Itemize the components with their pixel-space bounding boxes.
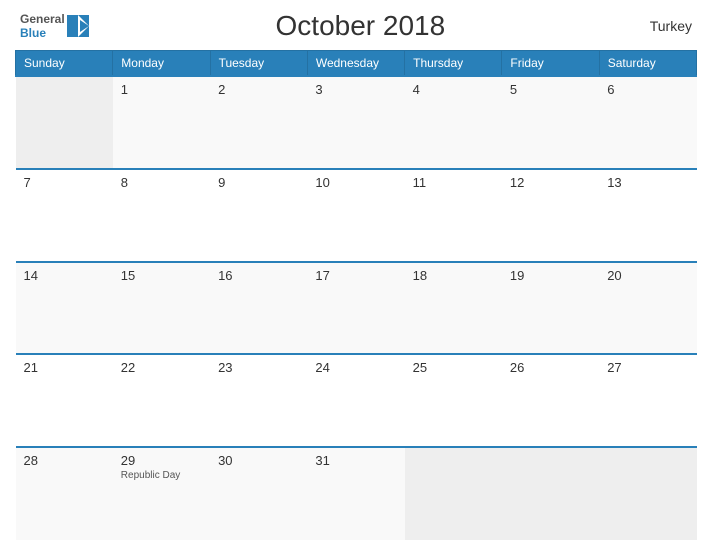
day-cell: 4 <box>405 76 502 169</box>
day-number: 18 <box>413 268 494 283</box>
calendar-container: General Blue October 2018 Turkey Sunday … <box>0 0 712 550</box>
day-cell: 18 <box>405 262 502 355</box>
day-number: 1 <box>121 82 202 97</box>
holiday-label: Republic Day <box>121 470 202 481</box>
day-cell: 20 <box>599 262 696 355</box>
day-cell: 25 <box>405 354 502 447</box>
day-cell: 8 <box>113 169 210 262</box>
day-number: 17 <box>315 268 396 283</box>
day-cell: 26 <box>502 354 599 447</box>
day-number: 28 <box>24 453 105 468</box>
calendar-header: General Blue October 2018 Turkey <box>15 10 697 42</box>
day-cell: 17 <box>307 262 404 355</box>
day-cell: 24 <box>307 354 404 447</box>
day-number: 9 <box>218 175 299 190</box>
header-monday: Monday <box>113 51 210 77</box>
day-number: 26 <box>510 360 591 375</box>
day-number: 16 <box>218 268 299 283</box>
day-number: 8 <box>121 175 202 190</box>
day-cell: 2 <box>210 76 307 169</box>
day-cell: 22 <box>113 354 210 447</box>
day-number: 27 <box>607 360 688 375</box>
day-cell: 29 Republic Day <box>113 447 210 540</box>
day-cell <box>16 76 113 169</box>
day-number: 14 <box>24 268 105 283</box>
day-number: 22 <box>121 360 202 375</box>
day-number: 21 <box>24 360 105 375</box>
week-row-2: 7 8 9 10 11 12 13 <box>16 169 697 262</box>
day-number: 3 <box>315 82 396 97</box>
day-number: 7 <box>24 175 105 190</box>
day-number: 15 <box>121 268 202 283</box>
day-cell <box>599 447 696 540</box>
day-cell: 15 <box>113 262 210 355</box>
logo-general-text: General <box>20 12 65 26</box>
day-number: 25 <box>413 360 494 375</box>
day-number: 2 <box>218 82 299 97</box>
day-cell: 16 <box>210 262 307 355</box>
day-cell: 9 <box>210 169 307 262</box>
header-tuesday: Tuesday <box>210 51 307 77</box>
day-number: 5 <box>510 82 591 97</box>
week-row-1: 1 2 3 4 5 6 <box>16 76 697 169</box>
day-cell: 10 <box>307 169 404 262</box>
logo-blue-text: Blue <box>20 26 65 40</box>
day-number: 20 <box>607 268 688 283</box>
day-cell: 6 <box>599 76 696 169</box>
day-number: 12 <box>510 175 591 190</box>
day-number: 6 <box>607 82 688 97</box>
header-sunday: Sunday <box>16 51 113 77</box>
day-cell: 7 <box>16 169 113 262</box>
day-number: 31 <box>315 453 396 468</box>
calendar-title: October 2018 <box>89 10 632 42</box>
day-cell: 13 <box>599 169 696 262</box>
day-number: 24 <box>315 360 396 375</box>
header-friday: Friday <box>502 51 599 77</box>
day-cell <box>405 447 502 540</box>
day-cell: 11 <box>405 169 502 262</box>
day-number: 4 <box>413 82 494 97</box>
weekday-header-row: Sunday Monday Tuesday Wednesday Thursday… <box>16 51 697 77</box>
day-number: 11 <box>413 175 494 190</box>
logo-text: General Blue <box>20 12 65 41</box>
day-cell: 1 <box>113 76 210 169</box>
country-label: Turkey <box>632 18 692 34</box>
header-wednesday: Wednesday <box>307 51 404 77</box>
day-cell: 3 <box>307 76 404 169</box>
day-number: 10 <box>315 175 396 190</box>
calendar-table: Sunday Monday Tuesday Wednesday Thursday… <box>15 50 697 540</box>
day-number: 13 <box>607 175 688 190</box>
day-cell: 14 <box>16 262 113 355</box>
week-row-4: 21 22 23 24 25 26 27 <box>16 354 697 447</box>
day-cell: 21 <box>16 354 113 447</box>
day-cell: 5 <box>502 76 599 169</box>
day-number: 30 <box>218 453 299 468</box>
logo: General Blue <box>20 12 89 41</box>
day-cell: 23 <box>210 354 307 447</box>
day-cell: 19 <box>502 262 599 355</box>
day-number: 23 <box>218 360 299 375</box>
day-cell: 12 <box>502 169 599 262</box>
day-cell: 27 <box>599 354 696 447</box>
day-number: 29 <box>121 453 202 468</box>
day-cell: 31 <box>307 447 404 540</box>
week-row-5: 28 29 Republic Day 30 31 <box>16 447 697 540</box>
day-cell: 30 <box>210 447 307 540</box>
week-row-3: 14 15 16 17 18 19 20 <box>16 262 697 355</box>
day-cell <box>502 447 599 540</box>
day-number: 19 <box>510 268 591 283</box>
day-cell: 28 <box>16 447 113 540</box>
logo-flag-icon <box>67 15 89 37</box>
header-saturday: Saturday <box>599 51 696 77</box>
header-thursday: Thursday <box>405 51 502 77</box>
